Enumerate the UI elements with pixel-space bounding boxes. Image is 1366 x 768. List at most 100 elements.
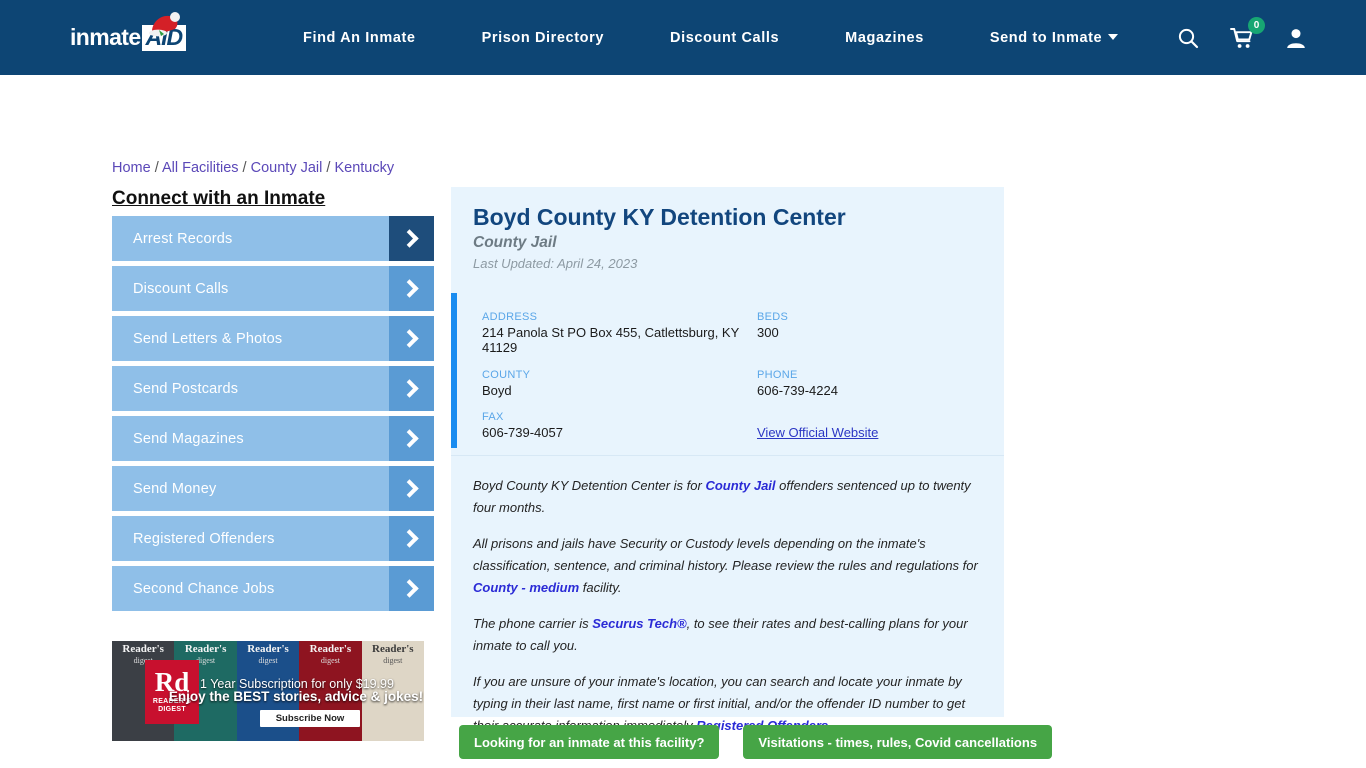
chevron-right-icon — [389, 566, 434, 611]
desc-p2-text-a: All prisons and jails have Security or C… — [473, 535, 978, 574]
visitation-info-button[interactable]: Visitations - times, rules, Covid cancel… — [743, 725, 1053, 759]
ad-subheadline: Enjoy the BEST stories, advice & jokes! — [168, 689, 424, 704]
santa-hat-icon — [149, 11, 180, 36]
sidebar-item-label: Send Postcards — [133, 380, 239, 397]
ad-subscribe-button[interactable]: Subscribe Now — [260, 710, 360, 727]
county-medium-link[interactable]: County - medium — [473, 580, 579, 595]
facility-action-buttons: Looking for an inmate at this facility? … — [459, 725, 1053, 759]
sidebar-item-send-letters-photos[interactable]: Send Letters & Photos — [112, 316, 434, 361]
breadcrumb-item-all-facilities[interactable]: All Facilities — [162, 160, 239, 176]
inmate-search-button[interactable]: Looking for an inmate at this facility? — [459, 725, 720, 759]
facility-info-grid: ADDRESS 214 Panola St PO Box 455, Catlet… — [457, 293, 1004, 440]
info-label: PHONE — [757, 368, 798, 381]
info-field-fax: FAX 606-739-4057 — [482, 411, 757, 440]
desc-p1-text-a: Boyd County KY Detention Center is for — [473, 478, 706, 493]
sidebar-item-label: Send Magazines — [133, 430, 244, 447]
description-paragraph-1: Boyd County KY Detention Center is for C… — [473, 475, 983, 520]
sidebar-item-registered-offenders[interactable]: Registered Offenders — [112, 516, 434, 561]
top-navigation-bar: inmate AID Find An Inmate Prison Director… — [0, 0, 1366, 75]
sidebar-item-label: Arrest Records — [133, 230, 233, 247]
user-icon[interactable] — [1284, 26, 1308, 50]
info-field-phone: PHONE 606-739-4224 — [757, 369, 1004, 398]
breadcrumb-separator: / — [238, 160, 251, 176]
info-label: COUNTY — [482, 368, 531, 381]
last-updated: Last Updated: April 24, 2023 — [473, 256, 638, 272]
nav-item-send-to-inmate[interactable]: Send to Inmate — [957, 30, 1151, 46]
info-value-address: 214 Panola St PO Box 455, Catlettsburg, … — [482, 325, 740, 356]
desc-p3-text-a: The phone carrier is — [473, 615, 593, 631]
sidebar-item-label: Registered Offenders — [133, 530, 275, 547]
ad-cover-sub: digest — [383, 656, 403, 665]
nav-item-find-an-inmate[interactable]: Find An Inmate — [270, 30, 449, 46]
info-value-phone: 606-739-4224 — [757, 382, 838, 398]
breadcrumb-item-kentucky[interactable]: Kentucky — [334, 160, 394, 176]
nav-item-send-to-inmate-label: Send to Inmate — [989, 29, 1103, 46]
sidebar-item-send-postcards[interactable]: Send Postcards — [112, 366, 434, 411]
facility-info-box: ADDRESS 214 Panola St PO Box 455, Catlet… — [451, 293, 1004, 448]
description-paragraph-3: The phone carrier is Securus Tech®, to s… — [473, 613, 983, 658]
info-value-beds: 300 — [757, 325, 779, 340]
sidebar-item-label: Send Letters & Photos — [133, 330, 283, 347]
sidebar-item-arrest-records[interactable]: Arrest Records — [112, 216, 434, 261]
desc-p2-text-b: facility. — [579, 580, 622, 596]
info-field-website: View Official Website — [757, 411, 1004, 440]
section-divider — [451, 455, 1004, 456]
sidebar-menu: Arrest Records Discount Calls Send Lette… — [112, 216, 434, 616]
ad-cover-title: Reader's — [309, 644, 352, 655]
breadcrumb-separator: / — [322, 160, 335, 176]
facility-header: Boyd County KY Detention Center County J… — [451, 187, 1004, 271]
breadcrumb: Home / All Facilities / County Jail / Ke… — [112, 160, 394, 176]
facility-type: County Jail — [473, 234, 557, 252]
facility-description: Boyd County KY Detention Center is for C… — [473, 475, 983, 751]
page-body: Home / All Facilities / County Jail / Ke… — [0, 75, 1366, 768]
site-logo[interactable]: inmate AID — [70, 11, 220, 60]
county-jail-link[interactable]: County Jail — [705, 478, 775, 493]
nav-item-discount-calls[interactable]: Discount Calls — [637, 30, 812, 46]
ad-cover-title: Reader's — [122, 644, 164, 655]
sidebar-item-label: Send Money — [133, 480, 217, 497]
logo-word-inmate: inmate — [70, 23, 141, 50]
advertisement-banner[interactable]: Reader's digest Reader's digest Reader's di… — [112, 641, 424, 741]
chevron-down-icon — [1108, 33, 1119, 40]
info-field-address: ADDRESS 214 Panola St PO Box 455, Catlet… — [482, 311, 757, 356]
cart-count-badge: 0 — [1248, 16, 1265, 34]
page-title: Boyd County KY Detention Center — [473, 204, 846, 230]
info-label: BEDS — [757, 311, 789, 323]
breadcrumb-item-home[interactable]: Home — [112, 160, 151, 176]
sidebar-item-send-magazines[interactable]: Send Magazines — [112, 416, 434, 461]
sidebar-item-label: Second Chance Jobs — [133, 580, 275, 597]
sidebar-item-label: Discount Calls — [133, 280, 229, 297]
ad-cover-title: Reader's — [247, 644, 289, 655]
info-label: ADDRESS — [482, 311, 538, 323]
chevron-right-icon — [389, 216, 434, 261]
chevron-right-icon — [389, 516, 434, 561]
sidebar-item-discount-calls[interactable]: Discount Calls — [112, 266, 434, 311]
ad-cover-title: Reader's — [184, 644, 227, 655]
nav-item-magazines[interactable]: Magazines — [812, 30, 957, 46]
breadcrumb-item-county-jail[interactable]: County Jail — [251, 160, 323, 176]
chevron-right-icon — [389, 266, 434, 311]
info-field-beds: BEDS 300 — [757, 311, 1004, 356]
securus-tech-link[interactable]: Securus Tech® — [592, 616, 686, 631]
ad-cover-sub: digest — [258, 656, 278, 665]
cart-icon[interactable]: 0 — [1230, 16, 1265, 50]
view-official-website-link[interactable]: View Official Website — [757, 425, 878, 440]
chevron-right-icon — [389, 416, 434, 461]
sidebar-item-send-money[interactable]: Send Money — [112, 466, 434, 511]
search-icon[interactable] — [1176, 26, 1200, 50]
sidebar-heading: Connect with an Inmate — [112, 188, 326, 209]
facility-card: Boyd County KY Detention Center County J… — [451, 187, 1004, 733]
nav-item-prison-directory[interactable]: Prison Directory — [449, 30, 637, 46]
description-paragraph-2: All prisons and jails have Security or C… — [473, 533, 983, 600]
ad-cover-title: Reader's — [372, 644, 414, 655]
breadcrumb-separator: / — [150, 160, 162, 176]
chevron-right-icon — [389, 466, 434, 511]
sidebar-item-second-chance-jobs[interactable]: Second Chance Jobs — [112, 566, 434, 611]
nav-actions: 0 — [1176, 0, 1308, 75]
info-value-county: Boyd — [482, 382, 512, 398]
chevron-right-icon — [389, 366, 434, 411]
chevron-right-icon — [389, 316, 434, 361]
main-menu: Find An Inmate Prison Directory Discount… — [270, 30, 1151, 46]
info-label: FAX — [482, 410, 504, 423]
info-value-fax: 606-739-4057 — [482, 424, 563, 440]
